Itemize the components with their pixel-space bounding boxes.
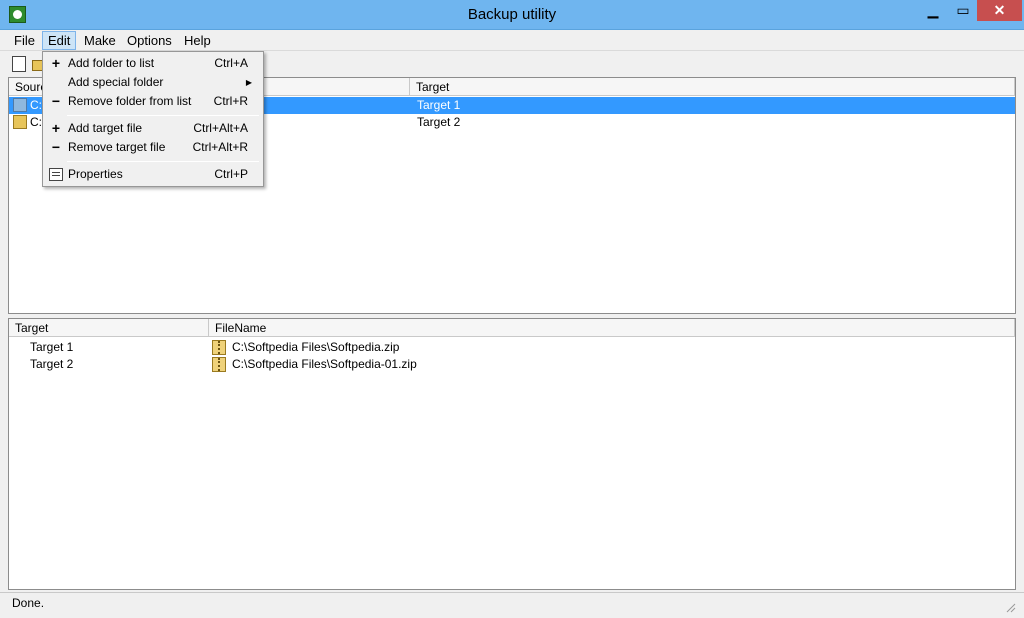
target-file-row[interactable]: Target 2 C:\Softpedia Files\Softpedia-01…: [9, 356, 1015, 373]
menu-item-properties[interactable]: Properties Ctrl+P: [44, 165, 262, 184]
zip-file-icon: [212, 340, 226, 355]
plus-icon: +: [51, 55, 61, 71]
resize-grip-icon[interactable]: [1004, 601, 1016, 613]
edit-menu-dropdown: + Add folder to list Ctrl+A Add special …: [42, 51, 264, 187]
column-header-filename[interactable]: FileName: [209, 319, 1015, 337]
menu-file[interactable]: File: [8, 31, 41, 50]
new-document-icon[interactable]: [12, 56, 26, 72]
menu-make[interactable]: Make: [78, 31, 122, 50]
submenu-arrow-icon: ▶: [245, 78, 252, 87]
title-bar: Backup utility ▁ ▭ ✕: [0, 0, 1024, 30]
minimize-button[interactable]: ▁: [916, 0, 950, 21]
column-header-target[interactable]: Target: [410, 78, 1015, 96]
plus-icon: +: [51, 120, 61, 136]
row-target: Target 2: [417, 115, 461, 129]
menu-item-remove-folder[interactable]: − Remove folder from list Ctrl+R: [44, 92, 262, 111]
row-target: Target 1: [30, 340, 74, 354]
row-filename: C:\Softpedia Files\Softpedia.zip: [232, 340, 400, 354]
column-header-target[interactable]: Target: [9, 319, 209, 337]
menu-help[interactable]: Help: [178, 31, 217, 50]
menu-edit[interactable]: Edit: [42, 31, 77, 50]
window-title: Backup utility: [467, 6, 557, 23]
folder-icon: [13, 115, 27, 129]
menu-item-add-special-folder[interactable]: Add special folder ▶: [44, 73, 262, 92]
row-target: Target 1: [417, 98, 461, 112]
target-file-row[interactable]: Target 1 C:\Softpedia Files\Softpedia.zi…: [9, 339, 1015, 356]
zip-file-icon: [212, 357, 226, 372]
properties-icon: [49, 168, 63, 181]
row-filename: C:\Softpedia Files\Softpedia-01.zip: [232, 357, 417, 371]
menu-item-add-folder[interactable]: + Add folder to list Ctrl+A: [44, 54, 262, 73]
target-file-list[interactable]: Target FileName Target 1 C:\Softpedia Fi…: [8, 318, 1016, 590]
menu-bar: File Edit Make Options Help: [0, 30, 1024, 51]
minus-icon: −: [51, 93, 61, 109]
status-bar: Done.: [0, 592, 1024, 618]
blue-folder-icon: [13, 98, 27, 112]
menu-separator: [67, 115, 259, 116]
status-text: Done.: [12, 596, 45, 610]
menu-item-remove-target-file[interactable]: − Remove target file Ctrl+Alt+R: [44, 138, 262, 157]
menu-options[interactable]: Options: [121, 31, 178, 50]
minus-icon: −: [51, 139, 61, 155]
close-button[interactable]: ✕: [977, 0, 1022, 21]
row-target: Target 2: [30, 357, 74, 371]
menu-separator: [67, 161, 259, 162]
maximize-button[interactable]: ▭: [950, 0, 976, 21]
menu-item-add-target-file[interactable]: + Add target file Ctrl+Alt+A: [44, 119, 262, 138]
